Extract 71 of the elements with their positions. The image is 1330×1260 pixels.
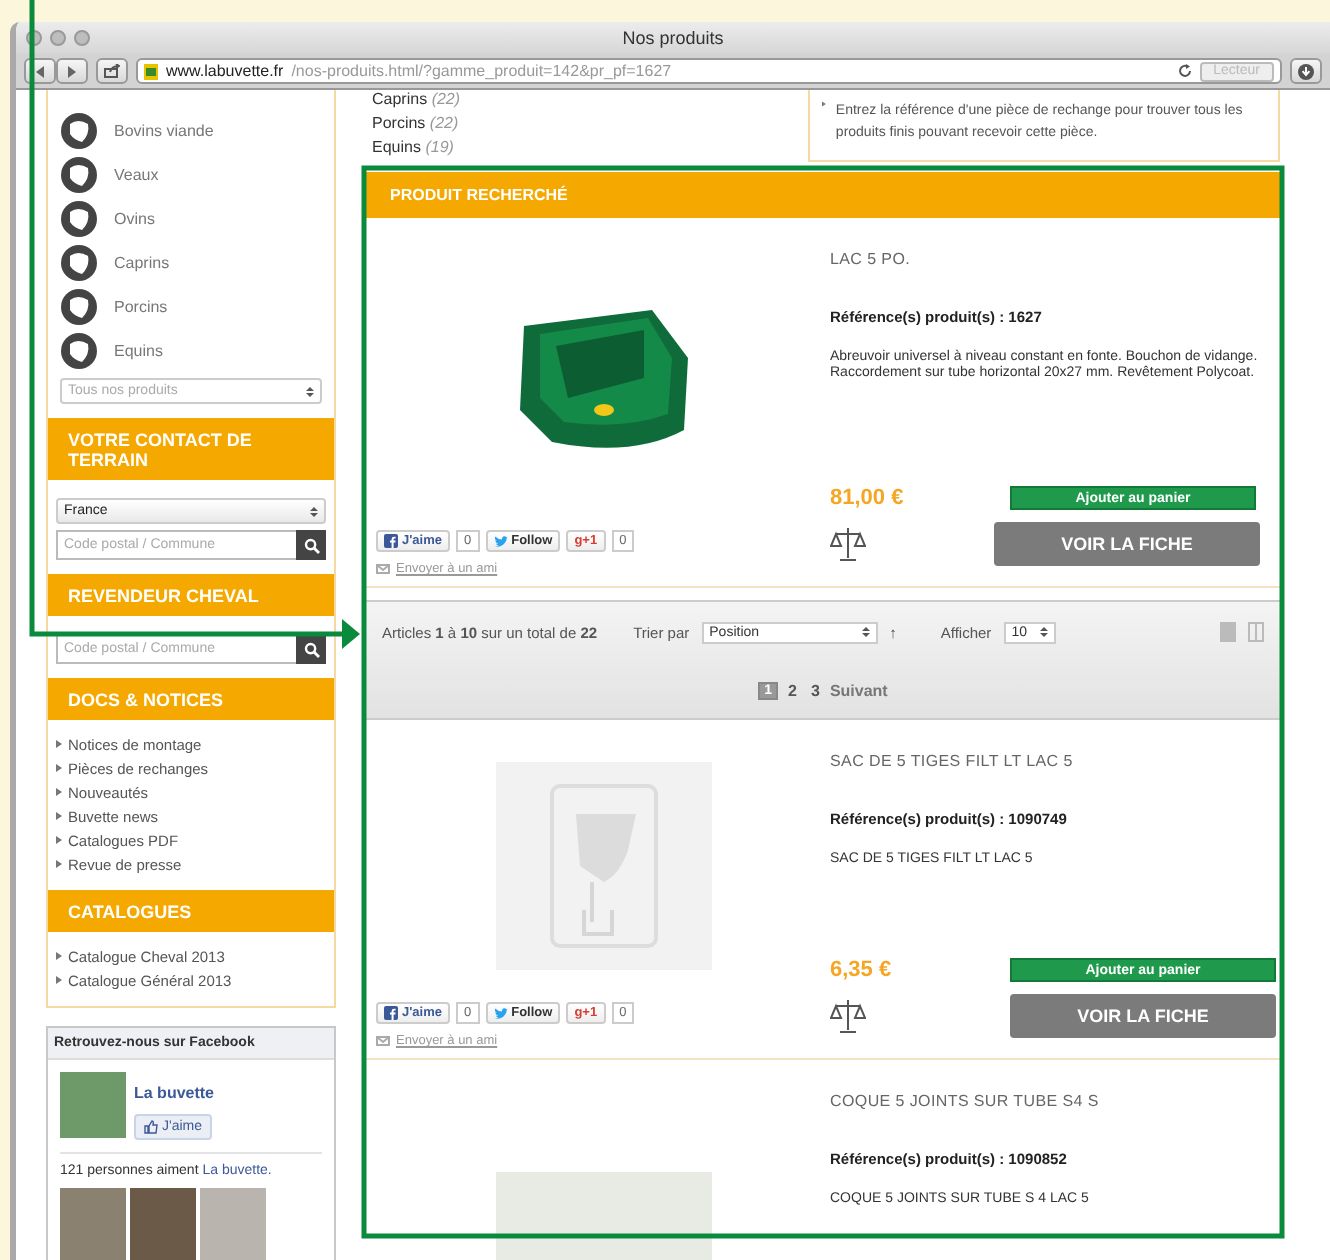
back-icon xyxy=(36,65,44,77)
dropdown-arrow-icon xyxy=(1039,626,1048,638)
envelope-icon xyxy=(376,1036,390,1046)
category-link[interactable]: Bovins viande xyxy=(114,121,214,139)
product-price: 6,35 € xyxy=(830,958,894,982)
bullet-icon xyxy=(56,788,62,796)
animal-badge-icon[interactable] xyxy=(60,199,98,237)
section-header: VOTRE CONTACT DE TERRAIN xyxy=(48,418,334,480)
bullet-icon xyxy=(56,860,62,868)
search-icon xyxy=(303,641,319,657)
thumbs-up-icon xyxy=(144,1120,158,1134)
facebook-icon xyxy=(384,1006,398,1020)
scales-icon[interactable] xyxy=(830,998,866,1034)
next-page-link[interactable]: Suivant xyxy=(829,681,888,699)
bullet-icon xyxy=(56,740,62,748)
favicon-icon xyxy=(144,63,158,79)
dropdown-arrow-icon xyxy=(310,505,318,517)
photo-placeholder xyxy=(60,1188,126,1260)
section-header: PRODUIT RECHERCHÉ xyxy=(366,172,1280,218)
animal-badge-icon[interactable] xyxy=(60,243,98,281)
facebook-icon xyxy=(384,534,398,548)
bird-icon xyxy=(493,1007,508,1019)
dropdown-arrow-icon xyxy=(861,626,870,638)
page-link[interactable]: 3 xyxy=(807,681,824,699)
photo-placeholder xyxy=(200,1188,266,1260)
category-link[interactable]: Caprins xyxy=(114,253,170,271)
section-header: REVENDEUR CHEVAL xyxy=(48,574,334,616)
product-price: 81,00 € xyxy=(830,486,906,510)
dropdown-arrow-icon xyxy=(306,385,314,397)
section-header: DOCS & NOTICES xyxy=(48,678,334,720)
url-path: /nos-produits.html/?gamme_produit=142&pr_pf=1627 xyxy=(291,62,674,80)
category-link[interactable]: Equins xyxy=(114,341,163,359)
share-icon xyxy=(104,64,120,78)
search-icon xyxy=(303,537,319,553)
bullet-icon xyxy=(56,836,62,844)
category-link[interactable]: Veaux xyxy=(114,165,159,183)
forward-icon xyxy=(68,65,76,77)
view-details-button[interactable]: VOIR LA FICHE xyxy=(994,522,1260,566)
animal-badge-icon[interactable] xyxy=(60,287,98,325)
window-title: Nos produits xyxy=(620,28,726,48)
bullet-icon xyxy=(56,812,62,820)
downloads-button[interactable] xyxy=(1290,58,1322,84)
animal-badge-icon[interactable] xyxy=(60,111,98,149)
forward-button[interactable] xyxy=(56,58,88,84)
share-button[interactable] xyxy=(96,58,128,84)
product-name: SAC DE 5 TIGES FILT LT LAC 5 xyxy=(830,752,1075,770)
url-domain: www.labuvette.fr xyxy=(166,62,284,80)
bullet-icon xyxy=(56,976,62,984)
product-name: COQUE 5 JOINTS SUR TUBE S4 S xyxy=(830,1092,1101,1110)
filter-link[interactable]: Equins (19) xyxy=(372,138,461,162)
scales-icon[interactable] xyxy=(830,526,866,562)
view-details-button[interactable]: VOIR LA FICHE xyxy=(1010,994,1276,1038)
envelope-icon xyxy=(376,564,390,574)
search-button[interactable] xyxy=(296,530,326,560)
section-header: CATALOGUES xyxy=(48,890,334,932)
photo-placeholder xyxy=(130,1188,196,1260)
category-link[interactable]: Ovins xyxy=(114,209,155,227)
bird-icon xyxy=(493,535,508,547)
animal-badge-icon[interactable] xyxy=(60,155,98,193)
page-name-link[interactable]: La buvette xyxy=(134,1084,215,1102)
bullet-icon xyxy=(56,952,62,960)
bullet-icon xyxy=(56,764,62,772)
reload-icon[interactable] xyxy=(1177,64,1192,78)
filter-link[interactable]: Porcins (22) xyxy=(372,114,461,138)
category-link[interactable]: Porcins xyxy=(114,297,168,315)
filter-link[interactable]: Caprins (22) xyxy=(372,90,461,114)
animal-badge-icon[interactable] xyxy=(60,331,98,369)
download-icon xyxy=(1298,63,1314,79)
product-name: LAC 5 PO. xyxy=(830,250,913,268)
page-link[interactable]: 2 xyxy=(784,681,801,699)
photo-placeholder xyxy=(60,1072,126,1138)
